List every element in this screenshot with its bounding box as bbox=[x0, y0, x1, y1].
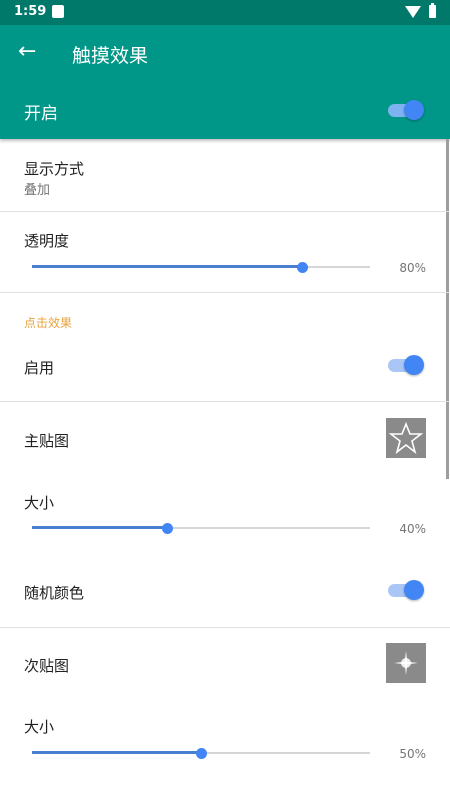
display-mode-value: 叠加 bbox=[24, 183, 51, 198]
display-mode-title: 显示方式 bbox=[24, 160, 85, 178]
sub-size-item: 大小 50% bbox=[0, 700, 450, 780]
opacity-item: 透明度 80% bbox=[0, 212, 450, 292]
master-switch-bar[interactable]: 开启 bbox=[0, 81, 450, 139]
battery-icon bbox=[429, 3, 436, 18]
sub-size-label: 大小 bbox=[24, 718, 55, 736]
sub-image-label: 次贴图 bbox=[24, 657, 70, 675]
display-mode-item[interactable]: 显示方式 叠加 bbox=[0, 139, 450, 211]
slider-fill bbox=[32, 265, 303, 268]
opacity-value: 80% bbox=[399, 261, 426, 275]
master-switch-label: 开启 bbox=[24, 104, 58, 124]
sub-image-preview[interactable] bbox=[386, 643, 426, 683]
status-icons bbox=[405, 3, 436, 18]
slider-thumb[interactable] bbox=[196, 748, 207, 759]
star-icon bbox=[388, 421, 424, 455]
main-image-label: 主贴图 bbox=[24, 432, 70, 450]
status-time: 1:59 bbox=[14, 4, 47, 19]
wifi-icon bbox=[405, 5, 421, 18]
master-switch[interactable] bbox=[388, 100, 424, 120]
sub-image-item[interactable]: 次贴图 bbox=[0, 628, 450, 700]
sparkle-icon bbox=[394, 651, 418, 675]
switch-thumb bbox=[404, 580, 424, 600]
main-size-label: 大小 bbox=[24, 494, 55, 512]
main-size-value: 40% bbox=[399, 522, 426, 536]
main-size-slider[interactable] bbox=[32, 518, 370, 538]
opacity-slider[interactable] bbox=[32, 257, 370, 277]
random-color-item[interactable]: 随机颜色 bbox=[0, 562, 450, 626]
settings-list: 显示方式 叠加 透明度 80% 点击效果 启用 主贴图 大小 40% 随机颜色 … bbox=[0, 139, 450, 800]
sub-size-value: 50% bbox=[399, 747, 426, 761]
switch-thumb bbox=[404, 100, 424, 120]
slider-thumb[interactable] bbox=[162, 523, 174, 534]
click-enable-label: 启用 bbox=[24, 359, 55, 377]
page-title: 触摸效果 bbox=[72, 45, 149, 67]
status-bar: 1:59 bbox=[0, 0, 450, 25]
divider bbox=[0, 292, 450, 293]
app-bar: ← 触摸效果 bbox=[0, 25, 450, 81]
click-enable-item[interactable]: 启用 bbox=[0, 339, 450, 401]
slider-fill bbox=[32, 526, 168, 529]
sub-size-slider[interactable] bbox=[32, 743, 370, 763]
back-arrow-icon[interactable]: ← bbox=[18, 39, 36, 65]
notification-icon bbox=[52, 5, 64, 18]
random-color-switch[interactable] bbox=[388, 580, 424, 600]
click-enable-switch[interactable] bbox=[388, 355, 424, 375]
main-image-preview[interactable] bbox=[386, 418, 426, 458]
click-effect-section-title: 点击效果 bbox=[24, 316, 73, 330]
slider-fill bbox=[32, 751, 201, 754]
slider-thumb[interactable] bbox=[297, 262, 309, 273]
opacity-title: 透明度 bbox=[24, 232, 70, 250]
main-size-item: 大小 40% bbox=[0, 474, 450, 554]
main-image-item[interactable]: 主贴图 bbox=[0, 402, 450, 474]
random-color-label: 随机颜色 bbox=[24, 584, 85, 602]
switch-thumb bbox=[404, 355, 424, 375]
